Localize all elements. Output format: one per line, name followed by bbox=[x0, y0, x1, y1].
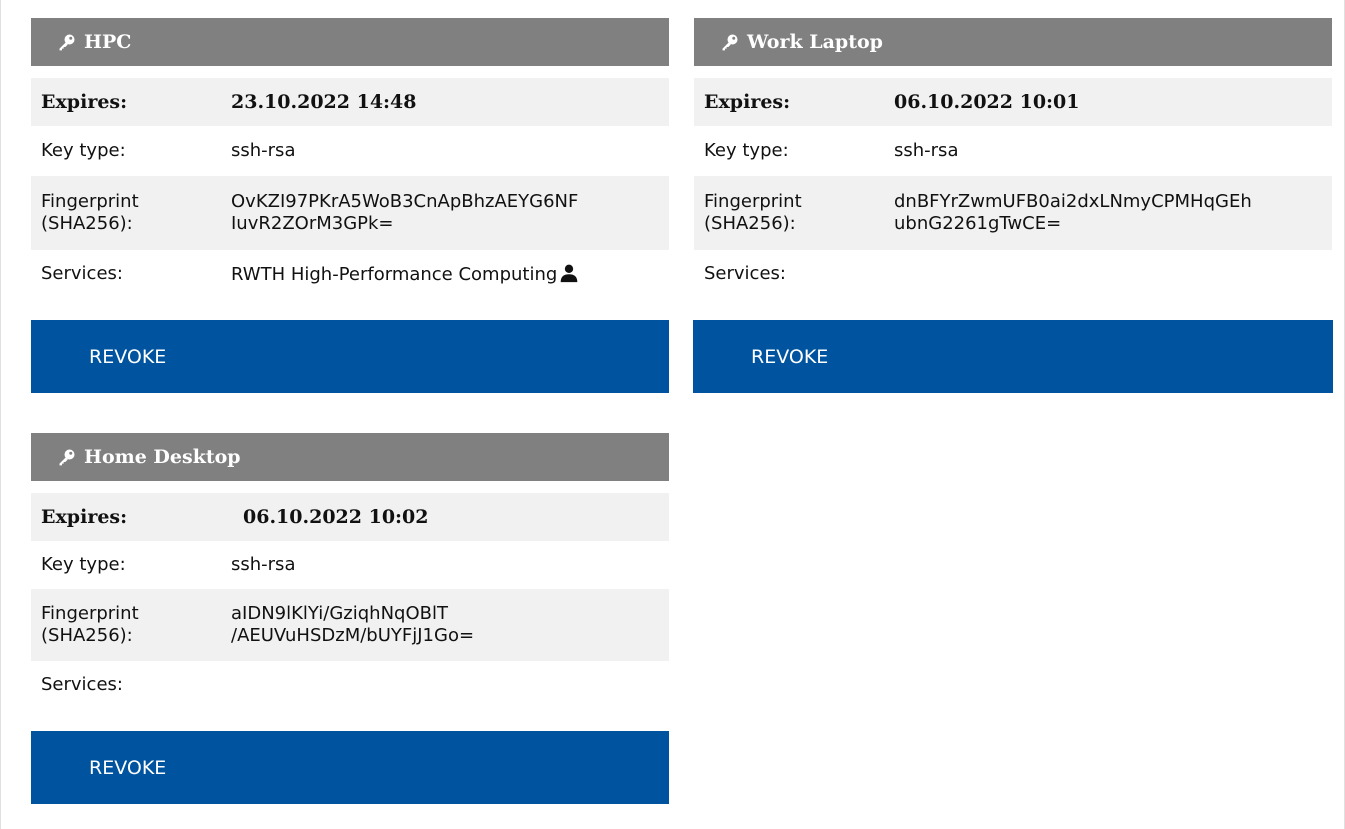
services-label: Services: bbox=[704, 263, 786, 284]
key-type-value: ssh-rsa bbox=[894, 140, 959, 161]
services-row: Services: bbox=[694, 250, 1332, 298]
key-card-header: Home Desktop bbox=[31, 433, 669, 481]
services-label: Services: bbox=[41, 263, 123, 284]
fingerprint-value-line1: dnBFYrZwmUFB0ai2dxLNmyCPMHqGEh bbox=[894, 191, 1252, 212]
expires-label: Expires: bbox=[41, 506, 128, 528]
fingerprint-value-line1: aIDN9lKlYi/GziqhNqOBlT bbox=[231, 603, 448, 624]
expires-row: Expires: 06.10.2022 10:01 bbox=[694, 78, 1332, 126]
services-row: Services: bbox=[31, 661, 669, 709]
expires-value: 23.10.2022 14:48 bbox=[231, 91, 417, 113]
fingerprint-value-line1: OvKZI97PKrA5WoB3CnApBhzAEYG6NF bbox=[231, 191, 579, 212]
key-type-label: Key type: bbox=[41, 554, 126, 575]
expires-row: Expires: 23.10.2022 14:48 bbox=[31, 78, 669, 126]
key-name: Work Laptop bbox=[747, 31, 883, 53]
fingerprint-row: Fingerprint (SHA256): aIDN9lKlYi/GziqhNq… bbox=[31, 589, 669, 661]
key-card-home-desktop: Home Desktop Expires: 06.10.2022 10:02 K… bbox=[31, 433, 669, 804]
revoke-button[interactable]: REVOKE bbox=[31, 320, 669, 393]
fingerprint-label-line2: (SHA256): bbox=[704, 213, 796, 234]
fingerprint-label: Fingerprint (SHA256): bbox=[704, 191, 894, 235]
key-name: Home Desktop bbox=[84, 446, 241, 468]
expires-label: Expires: bbox=[704, 91, 791, 113]
services-row: Services: RWTH High-Performance Computin… bbox=[31, 250, 669, 298]
key-icon bbox=[719, 31, 741, 53]
ssh-keys-page: HPC Expires: 23.10.2022 14:48 Key type: … bbox=[0, 0, 1345, 829]
fingerprint-value: OvKZI97PKrA5WoB3CnApBhzAEYG6NF IuvR2ZOrM… bbox=[231, 191, 669, 235]
fingerprint-value-line2: IuvR2ZOrM3GPk= bbox=[231, 213, 394, 234]
fingerprint-label: Fingerprint (SHA256): bbox=[41, 603, 231, 647]
fingerprint-value-line2: /AEUVuHSDzM/bUYFjJ1Go= bbox=[231, 625, 475, 646]
key-type-row: Key type: ssh-rsa bbox=[31, 126, 669, 176]
key-type-value: ssh-rsa bbox=[231, 140, 296, 161]
services-value: RWTH High-Performance Computing bbox=[231, 263, 669, 286]
key-type-row: Key type: ssh-rsa bbox=[694, 126, 1332, 176]
fingerprint-value-line2: ubnG2261gTwCE= bbox=[894, 213, 1062, 234]
service-name: RWTH High-Performance Computing bbox=[231, 263, 558, 285]
fingerprint-label-line1: Fingerprint bbox=[41, 191, 139, 212]
key-card-work-laptop: Work Laptop Expires: 06.10.2022 10:01 Ke… bbox=[693, 18, 1333, 393]
key-type-label: Key type: bbox=[41, 140, 126, 161]
key-card-hpc: HPC Expires: 23.10.2022 14:48 Key type: … bbox=[31, 18, 669, 393]
expires-label: Expires: bbox=[41, 91, 128, 113]
fingerprint-label-line2: (SHA256): bbox=[41, 213, 133, 234]
user-icon bbox=[559, 263, 579, 283]
revoke-button[interactable]: REVOKE bbox=[693, 320, 1333, 393]
key-card-header: HPC bbox=[31, 18, 669, 66]
key-type-value: ssh-rsa bbox=[231, 554, 296, 575]
fingerprint-label-line2: (SHA256): bbox=[41, 625, 133, 646]
fingerprint-value: aIDN9lKlYi/GziqhNqOBlT /AEUVuHSDzM/bUYFj… bbox=[231, 603, 669, 647]
key-name: HPC bbox=[84, 31, 132, 53]
expires-value: 06.10.2022 10:02 bbox=[243, 506, 429, 528]
fingerprint-value: dnBFYrZwmUFB0ai2dxLNmyCPMHqGEh ubnG2261g… bbox=[894, 191, 1332, 235]
services-label: Services: bbox=[41, 674, 123, 695]
fingerprint-row: Fingerprint (SHA256): OvKZI97PKrA5WoB3Cn… bbox=[31, 176, 669, 250]
revoke-button[interactable]: REVOKE bbox=[31, 731, 669, 804]
fingerprint-label: Fingerprint (SHA256): bbox=[41, 191, 231, 235]
expires-row: Expires: 06.10.2022 10:02 bbox=[31, 493, 669, 541]
key-type-row: Key type: ssh-rsa bbox=[31, 541, 669, 589]
key-type-label: Key type: bbox=[704, 140, 789, 161]
key-icon bbox=[56, 31, 78, 53]
key-icon bbox=[56, 446, 78, 468]
key-card-header: Work Laptop bbox=[694, 18, 1332, 66]
fingerprint-label-line1: Fingerprint bbox=[704, 191, 802, 212]
fingerprint-label-line1: Fingerprint bbox=[41, 603, 139, 624]
fingerprint-row: Fingerprint (SHA256): dnBFYrZwmUFB0ai2dx… bbox=[694, 176, 1332, 250]
expires-value: 06.10.2022 10:01 bbox=[894, 91, 1080, 113]
